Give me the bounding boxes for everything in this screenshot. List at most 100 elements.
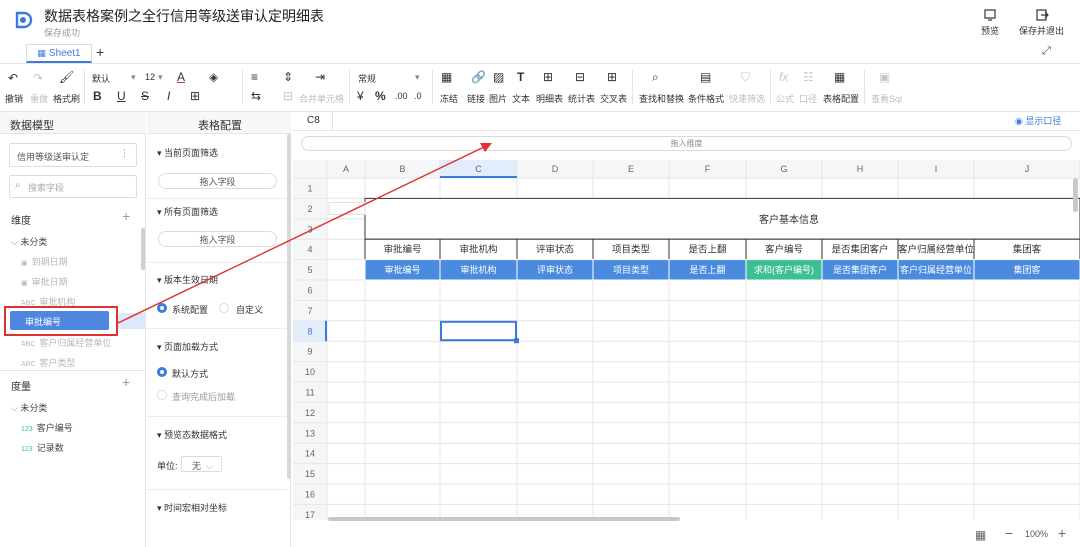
add-measure-icon[interactable]: + bbox=[122, 374, 130, 390]
custom-radio[interactable] bbox=[219, 303, 229, 313]
valign-icon[interactable]: ⇕ bbox=[283, 70, 293, 84]
merge-button[interactable]: 合并单元格 bbox=[299, 92, 344, 105]
field-item[interactable]: ABC 客户归属经营单位 bbox=[21, 336, 111, 349]
stat-table-button[interactable]: 统计表 bbox=[568, 92, 595, 105]
quick-filter-button[interactable]: 快速筛选 bbox=[729, 92, 765, 105]
grid-canvas[interactable]: A B C D E F G H I J1234567891011121314151617客户基本信… bbox=[293, 160, 1080, 520]
cond-format-icon[interactable]: ▤ bbox=[700, 70, 711, 84]
percent-icon[interactable]: % bbox=[375, 89, 386, 103]
find-replace-button[interactable]: 查找和替换 bbox=[639, 92, 684, 105]
unit-select[interactable]: 无 ⌵ bbox=[181, 456, 222, 472]
horizontal-scrollbar[interactable] bbox=[328, 517, 680, 521]
vertical-scrollbar[interactable] bbox=[1073, 178, 1078, 212]
cell-reference[interactable]: C8 bbox=[293, 112, 333, 131]
zoom-out-icon[interactable]: − bbox=[1005, 525, 1013, 541]
indent-icon[interactable]: ⇆ bbox=[251, 89, 261, 103]
strikethrough-icon[interactable]: S bbox=[141, 89, 149, 103]
underline-icon[interactable]: U bbox=[117, 89, 126, 103]
cross-table-button[interactable]: 交叉表 bbox=[600, 92, 627, 105]
add-sheet-button[interactable]: + bbox=[96, 44, 104, 60]
field-item[interactable]: ABC 客户类型 bbox=[21, 356, 75, 369]
save-exit-button[interactable]: 保存并退出 bbox=[1019, 8, 1064, 37]
show-caliber-toggle[interactable]: ◉ 显示口径 bbox=[1015, 114, 1061, 127]
preview-format-section[interactable]: ▾ 预览态数据格式 bbox=[157, 428, 227, 441]
dimension-group[interactable]: ⌵ 未分类 bbox=[11, 235, 47, 248]
field-item[interactable]: ▣ 到期日期 bbox=[21, 255, 68, 268]
font-chevron-icon[interactable]: ▾ bbox=[131, 72, 136, 83]
fill-color-icon[interactable]: ◈ bbox=[209, 70, 218, 84]
insert-dimension-bar[interactable]: 拖入维度 bbox=[301, 136, 1072, 151]
load-mode-section[interactable]: ▾ 页面加载方式 bbox=[157, 340, 218, 353]
font-color-icon[interactable]: A bbox=[177, 70, 185, 84]
field-item[interactable]: 123 记录数 bbox=[21, 441, 64, 454]
number-chevron-icon[interactable]: ▾ bbox=[415, 72, 420, 83]
calendar-icon: ▣ bbox=[21, 260, 28, 267]
freeze-button[interactable]: 冻结 bbox=[440, 92, 458, 105]
more-icon[interactable]: ⋮ bbox=[120, 148, 129, 159]
zoom-in-icon[interactable]: + bbox=[1058, 525, 1066, 541]
detail-table-icon[interactable]: ⊞ bbox=[543, 70, 553, 84]
current-filter-section[interactable]: ▾ 当前页面筛选 bbox=[157, 146, 218, 159]
font-size-select[interactable]: 12 bbox=[145, 72, 155, 82]
expand-icon[interactable]: ⤢ bbox=[1042, 45, 1051, 58]
currency-icon[interactable]: ¥ bbox=[357, 89, 364, 103]
align-icon[interactable]: ≡ bbox=[251, 70, 258, 84]
cond-format-button[interactable]: 条件格式 bbox=[688, 92, 724, 105]
panel-scrollbar[interactable] bbox=[141, 228, 145, 270]
link-icon[interactable]: 🔗 bbox=[471, 70, 486, 84]
caliber-icon[interactable]: ☷ bbox=[803, 70, 814, 84]
italic-icon[interactable]: I bbox=[167, 89, 170, 103]
stat-table-icon[interactable]: ⊟ bbox=[575, 70, 585, 84]
border-icon[interactable]: ⊞ bbox=[190, 89, 200, 103]
image-button[interactable]: 图片 bbox=[489, 92, 507, 105]
default-mode-radio[interactable] bbox=[157, 367, 167, 377]
format-painter-button[interactable]: 格式刷 bbox=[53, 92, 80, 105]
find-replace-icon[interactable]: ⌕ bbox=[652, 70, 659, 85]
font-select[interactable]: 默认 bbox=[92, 72, 110, 85]
redo-button[interactable]: 重做 bbox=[30, 92, 48, 105]
undo-icon[interactable]: ↶ bbox=[8, 71, 18, 85]
undo-button[interactable]: 撤销 bbox=[5, 92, 23, 105]
config-scrollbar[interactable] bbox=[287, 134, 291, 479]
sql-icon[interactable]: ▣ bbox=[879, 70, 890, 84]
decrease-decimal-icon[interactable]: .0 bbox=[414, 91, 422, 101]
add-dimension-icon[interactable]: + bbox=[122, 208, 130, 224]
wrap-icon[interactable]: ⇥ bbox=[315, 70, 325, 84]
insert-field-button[interactable]: 拖入字段 bbox=[158, 231, 277, 247]
measure-group[interactable]: ⌵ 未分类 bbox=[11, 401, 47, 414]
sys-config-radio[interactable] bbox=[157, 303, 167, 313]
field-item[interactable]: 123 客户编号 bbox=[21, 421, 73, 434]
bold-icon[interactable]: B bbox=[93, 89, 102, 103]
merge-icon[interactable]: ⊟ bbox=[283, 89, 293, 103]
increase-decimal-icon[interactable]: .00 bbox=[395, 91, 408, 101]
redo-icon[interactable]: ↷ bbox=[33, 71, 43, 85]
time-macro-section[interactable]: ▾ 时间宏相对坐标 bbox=[157, 501, 227, 514]
spreadsheet-grid[interactable]: A B C D E F G H I J 1 2 3 4 5 6 7 8 9 10 11 12 13 14 15 16 17 客户基本信… bbox=[293, 160, 1080, 520]
format-painter-icon[interactable]: 🖌 bbox=[59, 70, 74, 84]
link-button[interactable]: 链接 bbox=[467, 92, 485, 105]
field-item[interactable]: ▣ 审批日期 bbox=[21, 275, 68, 288]
freeze-icon[interactable]: ▦ bbox=[441, 70, 452, 84]
tab-sheet1[interactable]: ▦ Sheet1 bbox=[26, 44, 92, 63]
view-sql-button[interactable]: 查看Sql bbox=[871, 92, 902, 105]
grid-toggle-icon[interactable]: ▦ bbox=[975, 528, 986, 542]
load-after-query-radio[interactable] bbox=[157, 390, 167, 400]
text-icon[interactable]: T bbox=[517, 70, 524, 84]
detail-table-button[interactable]: 明细表 bbox=[536, 92, 563, 105]
insert-field-button[interactable]: 拖入字段 bbox=[158, 173, 277, 189]
table-config-icon[interactable]: ▦ bbox=[834, 70, 845, 84]
number-format-select[interactable]: 常规 bbox=[358, 72, 376, 85]
cross-table-icon[interactable]: ⊞ bbox=[607, 70, 617, 84]
preview-button[interactable]: 预览 bbox=[981, 8, 999, 37]
caliber-button[interactable]: 口径 bbox=[799, 92, 817, 105]
field-label: 到期日期 bbox=[31, 257, 68, 267]
formula-icon[interactable]: fx bbox=[779, 70, 788, 84]
size-chevron-icon[interactable]: ▾ bbox=[158, 72, 163, 83]
image-icon[interactable]: ▨ bbox=[493, 70, 504, 84]
table-config-button[interactable]: 表格配置 bbox=[823, 92, 859, 105]
formula-button[interactable]: 公式 bbox=[776, 92, 794, 105]
text-button[interactable]: 文本 bbox=[512, 92, 530, 105]
filter-icon[interactable]: ⛉ bbox=[741, 70, 750, 85]
version-date-section[interactable]: ▾ 版本生效日期 bbox=[157, 273, 218, 286]
all-filter-section[interactable]: ▾ 所有页面筛选 bbox=[157, 205, 218, 218]
